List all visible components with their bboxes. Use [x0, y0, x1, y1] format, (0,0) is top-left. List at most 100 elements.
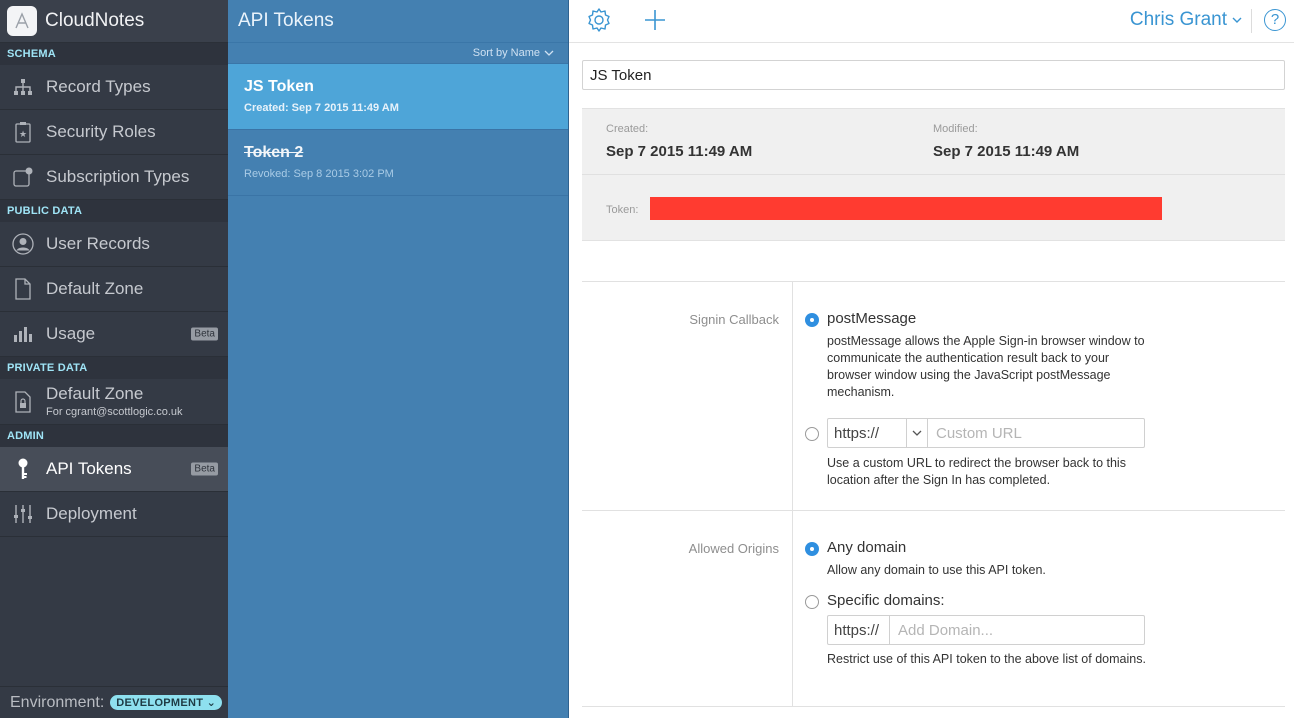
add-icon[interactable] — [642, 7, 668, 38]
section-private-data: PRIVATE DATA — [0, 357, 228, 379]
notification-icon — [0, 167, 46, 187]
domain-field: https:// Add Domain... — [827, 615, 1145, 645]
chevron-down-icon — [544, 50, 554, 56]
token-date: Revoked: Sep 8 2015 3:02 PM — [244, 168, 394, 180]
sliders-icon — [0, 504, 46, 524]
token-name: JS Token — [244, 78, 314, 95]
sidebar-item-label: Usage — [46, 324, 96, 343]
list-title: API Tokens — [238, 10, 334, 31]
custom-url-radio[interactable] — [805, 427, 819, 441]
token-list-item[interactable]: JS Token Created: Sep 7 2015 11:49 AM — [228, 64, 568, 130]
token-label: Token: — [606, 204, 639, 216]
key-icon — [0, 458, 46, 480]
custom-url-description: Use a custom URL to redirect the browser… — [827, 456, 1126, 487]
environment-value: DEVELOPMENT — [116, 697, 204, 709]
help-icon[interactable]: ? — [1264, 9, 1286, 31]
token-value-redacted[interactable] — [650, 197, 1162, 220]
sort-control[interactable]: Sort by Name — [228, 43, 568, 64]
signin-callback-label: Signin Callback — [689, 312, 779, 327]
sidebar-item-user-records[interactable]: User Records — [0, 222, 228, 267]
environment-footer: Environment: DEVELOPMENT ⌄ — [0, 686, 228, 718]
created-label: Created: — [606, 123, 649, 135]
sidebar-item-usage[interactable]: Usage Beta — [0, 312, 228, 357]
user-menu[interactable]: Chris Grant — [1130, 9, 1242, 31]
sidebar-item-label: Default Zone — [46, 384, 144, 403]
token-list-item[interactable]: Token 2 Revoked: Sep 8 2015 3:02 PM — [228, 130, 568, 196]
sidebar-item-sublabel: For cgrant@scottlogic.co.uk — [46, 406, 183, 418]
section-admin: ADMIN — [0, 425, 228, 447]
section-public-data: PUBLIC DATA — [0, 200, 228, 222]
toolbar: Chris Grant ? — [569, 0, 1294, 43]
sidebar-item-record-types[interactable]: Record Types — [0, 65, 228, 110]
token-metadata: Created: Sep 7 2015 11:49 AM Modified: S… — [582, 108, 1285, 241]
app-logo-icon — [7, 6, 37, 36]
bar-chart-icon — [0, 325, 46, 343]
any-domain-radio[interactable] — [805, 542, 819, 556]
sidebar-item-private-default-zone[interactable]: Default Zone For cgrant@scottlogic.co.uk — [0, 379, 228, 425]
token-settings-form: Signin Callback postMessage postMessage … — [582, 281, 1285, 707]
any-domain-description: Allow any domain to use this API token. — [827, 563, 1046, 577]
sidebar: CloudNotes SCHEMA Record Types ★ Securit… — [0, 0, 228, 718]
beta-badge: Beta — [191, 327, 218, 341]
domain-prefix: https:// — [828, 616, 890, 644]
postmessage-description: postMessage allows the Apple Sign-in bro… — [827, 334, 1145, 399]
environment-label: Environment: — [10, 693, 105, 711]
sidebar-item-label: Subscription Types — [46, 167, 190, 186]
sidebar-header: CloudNotes — [0, 0, 228, 43]
user-name: Chris Grant — [1129, 9, 1227, 30]
sidebar-item-deployment[interactable]: Deployment — [0, 492, 228, 537]
chevron-down-icon — [912, 430, 922, 436]
token-date: Created: Sep 7 2015 11:49 AM — [244, 102, 399, 114]
sidebar-item-label: Record Types — [46, 77, 151, 96]
modified-value: Sep 7 2015 11:49 AM — [933, 143, 1080, 160]
document-icon — [0, 278, 46, 300]
beta-badge: Beta — [191, 462, 218, 476]
sidebar-item-subscription-types[interactable]: Subscription Types — [0, 155, 228, 200]
toolbar-divider — [1251, 9, 1252, 33]
token-dates: Created: Sep 7 2015 11:49 AM Modified: S… — [582, 109, 1285, 175]
modified-label: Modified: — [933, 123, 978, 135]
chevron-down-icon: ⌄ — [206, 697, 217, 709]
user-circle-icon — [0, 233, 46, 255]
url-scheme-select[interactable]: https:// — [828, 419, 928, 447]
sidebar-item-label: API Tokens — [46, 459, 132, 478]
column-divider — [792, 511, 793, 706]
custom-url-field: https:// Custom URL — [827, 418, 1145, 448]
gear-icon[interactable] — [586, 7, 612, 38]
environment-selector[interactable]: DEVELOPMENT ⌄ — [110, 695, 223, 710]
sort-label: Sort by Name — [472, 47, 540, 59]
postmessage-title: postMessage — [827, 310, 917, 327]
sidebar-item-security-roles[interactable]: ★ Security Roles — [0, 110, 228, 155]
specific-domains-radio[interactable] — [805, 595, 819, 609]
sidebar-item-public-default-zone[interactable]: Default Zone — [0, 267, 228, 312]
hierarchy-icon — [0, 78, 46, 96]
sidebar-item-label: Default Zone — [46, 279, 144, 298]
allowed-origins-row: Allowed Origins Any domain Allow any dom… — [582, 510, 1285, 707]
custom-url-input[interactable]: Custom URL — [928, 425, 1022, 442]
locked-document-icon — [0, 390, 46, 413]
help-glyph: ? — [1270, 11, 1280, 28]
signin-callback-row: Signin Callback postMessage postMessage … — [582, 281, 1285, 510]
sidebar-item-label: Security Roles — [46, 122, 156, 141]
list-header: API Tokens — [228, 0, 568, 43]
any-domain-title: Any domain — [827, 539, 907, 556]
specific-domains-description: Restrict use of this API token to the ab… — [827, 652, 1146, 666]
section-schema: SCHEMA — [0, 43, 228, 65]
specific-domains-title: Specific domains: — [827, 592, 945, 609]
badge-star-icon: ★ — [0, 121, 46, 143]
add-domain-input[interactable]: Add Domain... — [890, 622, 993, 639]
token-list-panel: API Tokens Sort by Name JS Token Created… — [228, 0, 569, 718]
svg-text:★: ★ — [19, 129, 27, 139]
token-detail-panel: Chris Grant ? JS Token Created: Sep 7 20… — [569, 0, 1294, 718]
token-name-value: JS Token — [590, 66, 652, 84]
postmessage-radio[interactable] — [805, 313, 819, 327]
column-divider — [792, 282, 793, 510]
chevron-down-icon — [1232, 17, 1242, 23]
token-name-field[interactable]: JS Token — [582, 60, 1285, 90]
sidebar-item-label: User Records — [46, 234, 150, 253]
sidebar-item-label: Deployment — [46, 504, 137, 523]
sidebar-item-api-tokens[interactable]: API Tokens Beta — [0, 447, 228, 492]
app-name: CloudNotes — [45, 10, 145, 31]
created-value: Sep 7 2015 11:49 AM — [606, 143, 753, 160]
domain-prefix-value: https:// — [834, 621, 880, 639]
